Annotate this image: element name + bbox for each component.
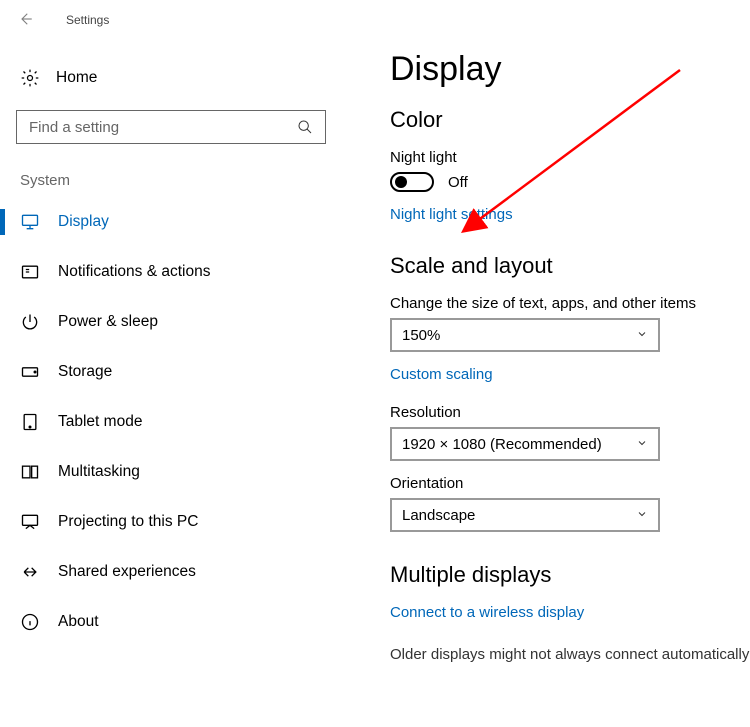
sidebar: Home System Display Notifications & acti… xyxy=(0,38,332,727)
power-icon xyxy=(20,312,40,332)
multiple-displays-heading: Multiple displays xyxy=(390,562,749,588)
sidebar-item-display[interactable]: Display xyxy=(16,197,316,247)
sidebar-item-shared[interactable]: Shared experiences xyxy=(16,547,316,597)
sidebar-item-projecting[interactable]: Projecting to this PC xyxy=(16,497,316,547)
sidebar-item-label: Power & sleep xyxy=(58,313,158,331)
main-panel: Display Color Night light Off Night ligh… xyxy=(332,38,750,727)
color-heading: Color xyxy=(390,107,749,133)
night-light-state: Off xyxy=(448,174,468,191)
sidebar-item-label: Projecting to this PC xyxy=(58,513,198,531)
shared-icon xyxy=(20,562,40,582)
resolution-combo[interactable]: 1920 × 1080 (Recommended) xyxy=(390,427,660,461)
orientation-label: Orientation xyxy=(390,475,749,492)
chevron-down-icon xyxy=(636,436,648,453)
search-input[interactable] xyxy=(27,118,295,137)
page-title: Display xyxy=(390,50,749,89)
sidebar-item-power[interactable]: Power & sleep xyxy=(16,297,316,347)
sidebar-item-about[interactable]: About xyxy=(16,597,316,647)
custom-scaling-link[interactable]: Custom scaling xyxy=(390,366,493,383)
sidebar-item-storage[interactable]: Storage xyxy=(16,347,316,397)
monitor-icon xyxy=(20,212,40,232)
sidebar-item-tablet[interactable]: Tablet mode xyxy=(16,397,316,447)
multitasking-icon xyxy=(20,462,40,482)
sidebar-item-label: Multitasking xyxy=(58,463,140,481)
home-label: Home xyxy=(56,69,97,87)
search-box[interactable] xyxy=(16,110,326,144)
sidebar-item-label: Tablet mode xyxy=(58,413,142,431)
cut-off-text: Older displays might not always connect … xyxy=(390,646,749,663)
app-title: Settings xyxy=(66,13,109,27)
sidebar-item-label: Shared experiences xyxy=(58,563,196,581)
connect-wireless-link[interactable]: Connect to a wireless display xyxy=(390,604,584,621)
sidebar-item-multitasking[interactable]: Multitasking xyxy=(16,447,316,497)
resolution-value: 1920 × 1080 (Recommended) xyxy=(402,436,602,453)
night-light-label: Night light xyxy=(390,149,749,166)
chevron-down-icon xyxy=(636,327,648,344)
search-icon xyxy=(295,117,315,137)
sidebar-item-label: About xyxy=(58,613,99,631)
sidebar-item-label: Storage xyxy=(58,363,112,381)
night-light-toggle[interactable] xyxy=(390,172,434,192)
scale-heading: Scale and layout xyxy=(390,253,749,279)
home-button[interactable]: Home xyxy=(16,56,316,100)
titlebar: Settings xyxy=(0,0,750,38)
sidebar-item-label: Notifications & actions xyxy=(58,263,211,281)
back-arrow-icon xyxy=(16,10,34,28)
info-icon xyxy=(20,612,40,632)
orientation-value: Landscape xyxy=(402,507,475,524)
resolution-label: Resolution xyxy=(390,404,749,421)
sidebar-item-label: Display xyxy=(58,213,109,231)
orientation-combo[interactable]: Landscape xyxy=(390,498,660,532)
night-light-settings-link[interactable]: Night light settings xyxy=(390,206,749,223)
back-button[interactable] xyxy=(8,2,42,36)
sidebar-item-notifications[interactable]: Notifications & actions xyxy=(16,247,316,297)
notifications-icon xyxy=(20,262,40,282)
scale-combo[interactable]: 150% xyxy=(390,318,660,352)
scale-label: Change the size of text, apps, and other… xyxy=(390,295,749,312)
projecting-icon xyxy=(20,512,40,532)
tablet-icon xyxy=(20,412,40,432)
scale-value: 150% xyxy=(402,327,440,344)
chevron-down-icon xyxy=(636,507,648,524)
storage-icon xyxy=(20,362,40,382)
section-label: System xyxy=(16,172,316,189)
gear-icon xyxy=(20,68,40,88)
